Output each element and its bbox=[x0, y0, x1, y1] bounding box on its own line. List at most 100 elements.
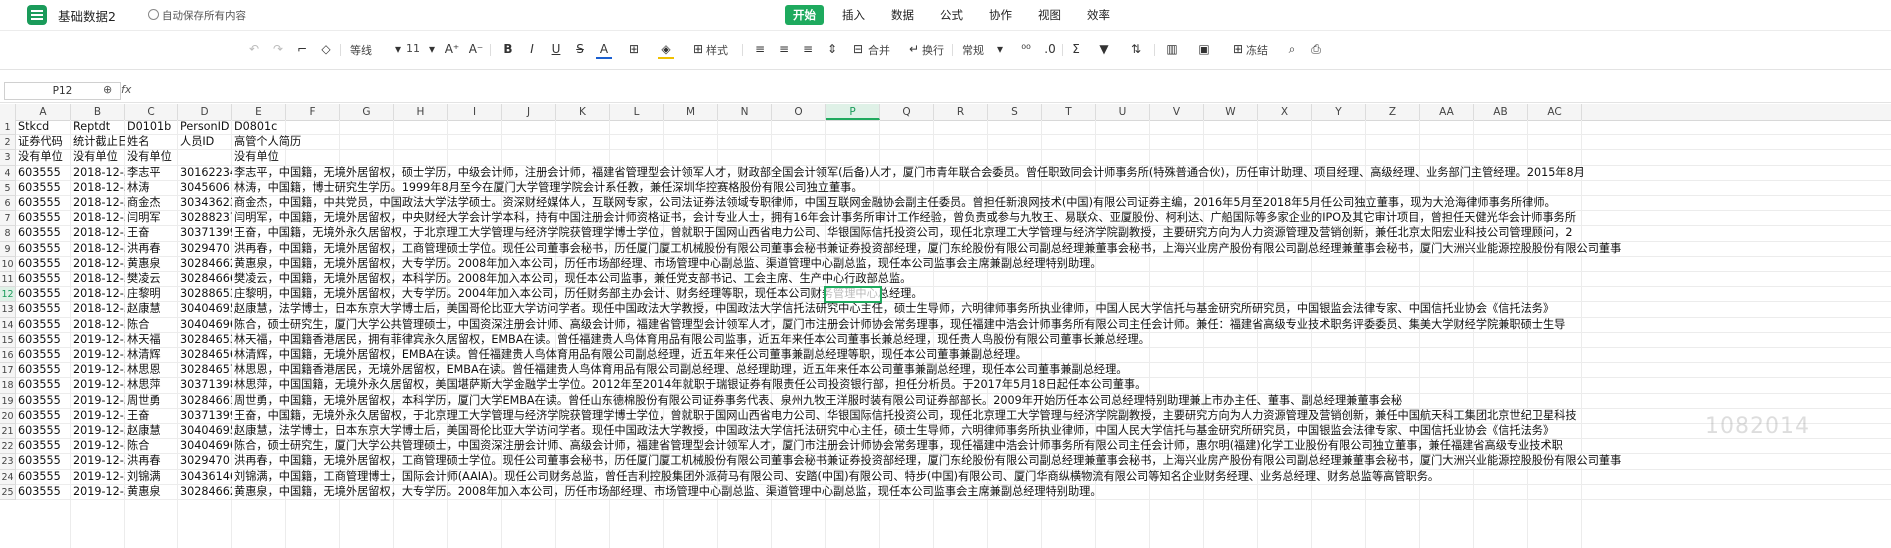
cell-a[interactable]: 603555 bbox=[16, 348, 71, 362]
cell-e[interactable]: 王奋，中国籍，无境外永久居留权，于北京理工大学管理与经济学院获管理学博士学位，曾… bbox=[232, 409, 1891, 423]
font-size-chevron-icon[interactable]: ▾ bbox=[424, 41, 440, 57]
menu-tab-6[interactable]: 效率 bbox=[1079, 5, 1118, 25]
cell-a[interactable]: 603555 bbox=[16, 196, 71, 210]
column-header[interactable]: L bbox=[610, 104, 664, 120]
cell-a[interactable]: 603555 bbox=[16, 439, 71, 453]
cell-b[interactable]: 2019-12-3 bbox=[71, 454, 125, 468]
cell-b[interactable]: 2019-12-3 bbox=[71, 485, 125, 499]
cell-e[interactable]: 黄惠泉，中国籍，无境外居留权，大专学历。2008年加入本公司，历任市场部经理、市… bbox=[232, 485, 1891, 499]
row-header[interactable]: 4 bbox=[0, 165, 16, 181]
cell-c[interactable]: 赵康慧 bbox=[125, 424, 178, 438]
cell-d[interactable]: 3045606 bbox=[178, 181, 232, 195]
cell-d[interactable]: 30404696 bbox=[178, 318, 232, 332]
print-icon[interactable]: ⎙ bbox=[1308, 41, 1324, 57]
cell-d[interactable]: 30343623 bbox=[178, 196, 232, 210]
font-size-select[interactable]: 11 bbox=[406, 42, 420, 55]
cell-e[interactable]: 陈合，硕士研究生，厦门大学公共管理硕士，中国资深注册会计师、高级会计师，福建省管… bbox=[232, 439, 1891, 453]
cell-d[interactable]: 人员ID bbox=[178, 135, 232, 149]
cell-a[interactable]: 603555 bbox=[16, 181, 71, 195]
cell-a[interactable]: 603555 bbox=[16, 485, 71, 499]
cell-e[interactable]: 林思萍，中国国籍，无境外永久居留权，美国堪萨斯大学金融学士学位。2012年至20… bbox=[232, 378, 1891, 392]
cell-b[interactable]: 2019-12-3 bbox=[71, 333, 125, 347]
cell-c[interactable]: 周世勇 bbox=[125, 394, 178, 408]
cell-b[interactable]: 2019-12-3 bbox=[71, 439, 125, 453]
cell-d[interactable]: 30404696 bbox=[178, 439, 232, 453]
cell-c[interactable]: 姓名 bbox=[125, 135, 178, 149]
column-header[interactable]: J bbox=[502, 104, 556, 120]
bold-icon[interactable]: B bbox=[500, 41, 516, 57]
cell-c[interactable]: 黄惠泉 bbox=[125, 257, 178, 271]
spreadsheet-grid[interactable]: A B C D E F G H I J K L M N O P Q R S T U V W X Y Z AA AB AC 1 Stkcd R… bbox=[0, 104, 1891, 548]
cell-e[interactable]: 赵康慧，法学博士，日本东京大学博士后，美国哥伦比亚大学访问学者。现任中国政法大学… bbox=[232, 424, 1891, 438]
column-header[interactable]: AB bbox=[1474, 104, 1528, 120]
row-header[interactable]: 18 bbox=[0, 378, 16, 394]
cell-c[interactable]: 王奋 bbox=[125, 409, 178, 423]
cell-e[interactable]: 闫明军，中国籍，无境外居留权，中央财经大学会计学本科，持有中国注册会计师资格证书… bbox=[232, 211, 1891, 225]
row-header[interactable]: 5 bbox=[0, 180, 16, 196]
cell-d[interactable]: 30284662 bbox=[178, 257, 232, 271]
freeze-button[interactable]: 冻结 bbox=[1246, 42, 1268, 58]
cell-d[interactable]: 30284657 bbox=[178, 363, 232, 377]
cell-a[interactable]: 603555 bbox=[16, 242, 71, 256]
cell-c[interactable]: 洪再春 bbox=[125, 454, 178, 468]
menu-tab-2[interactable]: 数据 bbox=[883, 5, 922, 25]
row-header[interactable]: 20 bbox=[0, 408, 16, 424]
cell-c[interactable]: 刘锦满 bbox=[125, 470, 178, 484]
function-icon[interactable]: fx bbox=[121, 83, 131, 96]
row-header[interactable]: 13 bbox=[0, 302, 16, 318]
column-header[interactable]: O bbox=[772, 104, 826, 120]
decimal-increase-icon[interactable]: ⁰⁰ bbox=[1018, 41, 1034, 57]
column-header[interactable]: H bbox=[394, 104, 448, 120]
column-header[interactable]: AA bbox=[1420, 104, 1474, 120]
cell-d[interactable] bbox=[178, 150, 232, 164]
cell-e[interactable]: 黄惠泉，中国籍，无境外居留权，大专学历。2008年加入本公司，历任市场部经理、市… bbox=[232, 257, 1891, 271]
cell-b[interactable]: 2019-12-3 bbox=[71, 348, 125, 362]
cell-e[interactable]: 林天福，中国籍香港居民，拥有菲律宾永久居留权，EMBA在读。曾任福建贵人鸟体育用… bbox=[232, 333, 1891, 347]
row-header[interactable]: 21 bbox=[0, 424, 16, 440]
row-header[interactable]: 2 bbox=[0, 135, 16, 151]
cell-c[interactable]: 林思萍 bbox=[125, 378, 178, 392]
cell-b[interactable]: 2019-12-3 bbox=[71, 409, 125, 423]
row-header[interactable]: 6 bbox=[0, 196, 16, 212]
cell-b[interactable]: 2018-12-3 bbox=[71, 181, 125, 195]
cell-c[interactable]: 闫明军 bbox=[125, 211, 178, 225]
cell-e[interactable]: 周世勇，中国籍，无境外居留权，本科学历，厦门大学EMBA在读。曾任山东德棉股份有… bbox=[232, 394, 1891, 408]
column-header[interactable]: S bbox=[988, 104, 1042, 120]
row-header[interactable]: 24 bbox=[0, 469, 16, 485]
menu-tab-1[interactable]: 插入 bbox=[834, 5, 873, 25]
selected-cell-box[interactable] bbox=[824, 286, 882, 304]
cell-b[interactable]: 2019-12-3 bbox=[71, 363, 125, 377]
cell-e[interactable]: D0801c bbox=[232, 120, 1891, 134]
menu-tab-5[interactable]: 视图 bbox=[1030, 5, 1069, 25]
cell-b[interactable]: 2019-12-3 bbox=[71, 424, 125, 438]
cell-e[interactable]: 林涛，中国籍，博士研究生学历。1999年8月至今在厦门大学管理学院会计系任教，兼… bbox=[232, 181, 1891, 195]
cell-c[interactable]: 樊凌云 bbox=[125, 272, 178, 286]
row-header[interactable]: 10 bbox=[0, 256, 16, 272]
row-header[interactable]: 7 bbox=[0, 211, 16, 227]
cell-a[interactable]: 603555 bbox=[16, 272, 71, 286]
decrease-font-icon[interactable]: A⁻ bbox=[468, 41, 484, 57]
cell-b[interactable]: 2018-12-3 bbox=[71, 302, 125, 316]
cell-e[interactable]: 李志平，中国籍，无境外居留权，硕士学历，中级会计师，注册会计师，福建省管理型会计… bbox=[232, 166, 1891, 180]
row-header[interactable]: 19 bbox=[0, 393, 16, 409]
menu-tab-3[interactable]: 公式 bbox=[932, 5, 971, 25]
increase-font-icon[interactable]: A⁺ bbox=[444, 41, 460, 57]
cell-b[interactable]: 2018-12-3 bbox=[71, 242, 125, 256]
align-center-icon[interactable]: ≡ bbox=[776, 41, 792, 57]
cell-c[interactable]: 林清辉 bbox=[125, 348, 178, 362]
cell-e[interactable]: 高管个人简历 bbox=[232, 135, 1891, 149]
freeze-icon[interactable]: ⊞ bbox=[1230, 41, 1246, 57]
strikethrough-icon[interactable]: S bbox=[572, 41, 588, 57]
undo-icon[interactable]: ↶ bbox=[246, 41, 262, 57]
vertical-align-icon[interactable]: ⇕ bbox=[824, 41, 840, 57]
cell-a[interactable]: 603555 bbox=[16, 211, 71, 225]
column-header[interactable]: C bbox=[125, 104, 178, 120]
cell-c[interactable]: 黄惠泉 bbox=[125, 485, 178, 499]
cell-e[interactable]: 洪再春，中国籍，无境外居留权，工商管理硕士学位。现任公司董事会秘书，历任厦门厦工… bbox=[232, 242, 1891, 256]
column-header[interactable]: K bbox=[556, 104, 610, 120]
cell-c[interactable]: 庄黎明 bbox=[125, 287, 178, 301]
column-header[interactable]: Y bbox=[1312, 104, 1366, 120]
column-header[interactable]: Z bbox=[1366, 104, 1420, 120]
column-header[interactable]: V bbox=[1150, 104, 1204, 120]
cell-a[interactable]: 603555 bbox=[16, 257, 71, 271]
